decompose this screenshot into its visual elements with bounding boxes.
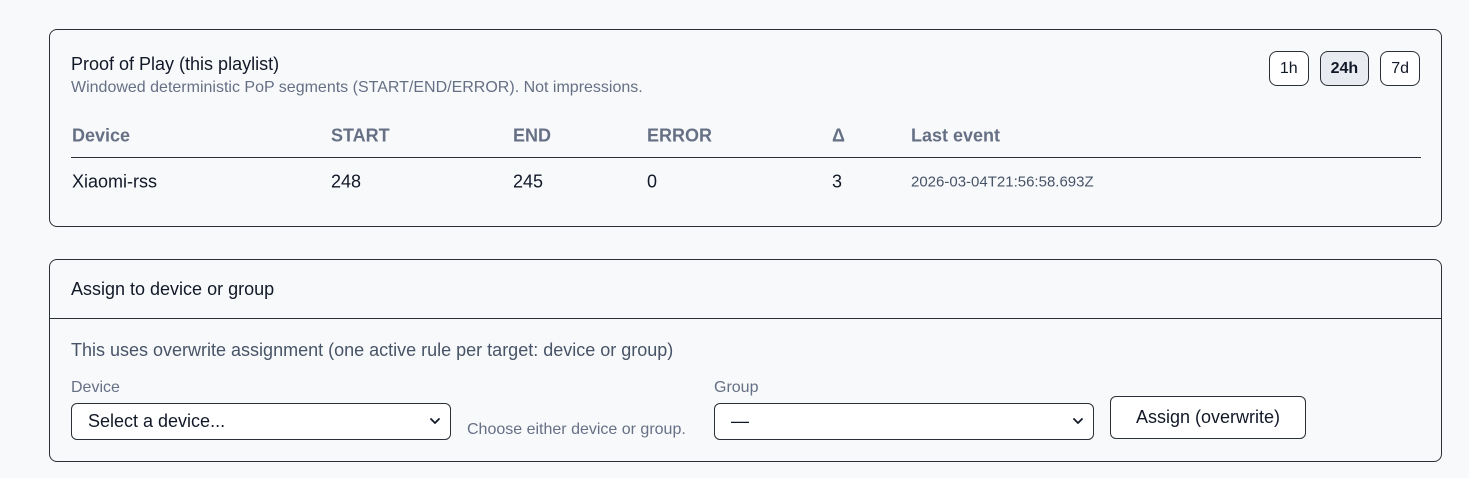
column-header-delta: Δ [832,125,845,146]
cell-end: 245 [513,171,544,192]
column-header-last-event: Last event [911,125,1001,146]
device-select[interactable]: Select a device... [71,403,451,440]
column-header-device: Device [72,125,131,146]
column-header-end: END [513,125,552,146]
cell-error: 0 [647,171,658,192]
cell-last-event: 2026-03-04T21:56:58.693Z [911,173,1094,191]
time-range-selector: 1h 24h 7d [1268,51,1420,86]
assign-description: This uses overwrite assignment (one acti… [71,340,674,360]
device-label: Device [71,379,120,396]
group-select-value: — [731,411,749,431]
assign-overwrite-button[interactable]: Assign (overwrite) [1110,396,1306,439]
device-select-value: Select a device... [88,411,226,431]
table-row: Xiaomi-rss 248 245 0 3 2026-03-04T21:56:… [71,158,1421,206]
range-7d-button[interactable]: 7d [1380,51,1420,86]
assign-card-header: Assign to device or group [50,260,1441,319]
group-label: Group [714,379,759,396]
proof-of-play-card: Proof of Play (this playlist) Windowed d… [49,29,1442,227]
cell-start: 248 [331,171,362,192]
cell-delta: 3 [832,171,843,192]
table-header-row: Device START END ERROR Δ Last event [71,115,1421,158]
group-select[interactable]: — [714,403,1094,440]
chevron-down-icon [1073,418,1083,424]
pop-subtitle: Windowed deterministic PoP segments (STA… [71,79,643,96]
cell-device: Xiaomi-rss [72,171,158,192]
assign-title: Assign to device or group [71,279,275,299]
range-24h-button[interactable]: 24h [1319,51,1370,86]
assign-hint: Choose either device or group. [467,421,686,438]
column-header-start: START [331,125,390,146]
column-header-error: ERROR [647,125,713,146]
range-1h-button[interactable]: 1h [1268,51,1309,86]
chevron-down-icon [430,418,440,424]
pop-table: Device START END ERROR Δ Last event Xiao… [71,115,1421,206]
pop-title: Proof of Play (this playlist) [71,54,280,74]
assign-card: Assign to device or group This uses over… [49,259,1442,462]
